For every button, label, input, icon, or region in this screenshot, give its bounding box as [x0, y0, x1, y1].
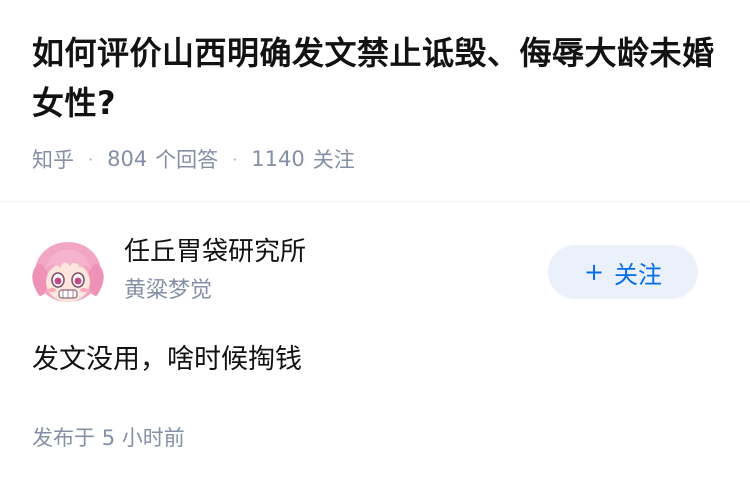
follow-label: 关注	[614, 260, 663, 289]
time-value: 5 小时前	[101, 426, 185, 450]
time-prefix: 发布于	[32, 426, 95, 450]
answer-count: 804	[107, 147, 148, 171]
author-headline: 黄粱梦觉	[124, 278, 213, 303]
follower-count: 1140	[251, 147, 305, 171]
answer-count-label: 个回答	[155, 148, 219, 172]
answer-time: 发布于 5 小时前	[32, 422, 185, 452]
avatar-image	[32, 238, 104, 310]
author-name[interactable]: 任丘胃袋研究所	[124, 234, 306, 270]
meta-separator: ·	[232, 149, 238, 169]
avatar[interactable]	[32, 238, 104, 310]
answer-content[interactable]: 发文没用，啥时候掏钱	[32, 340, 302, 380]
question-header: 如何评价山西明确发文禁止诋毁、侮辱大龄未婚女性?	[32, 28, 722, 128]
meta-separator: ·	[88, 149, 94, 169]
plus-icon: +	[583, 258, 605, 286]
question-meta: 知乎 · 804 个回答 · 1140 关注	[32, 144, 355, 174]
answer-card: 任丘胃袋研究所 黄粱梦觉 + 关注 发文没用，啥时候掏钱 发布于 5 小时前	[32, 234, 718, 450]
follower-count-label: 关注	[312, 148, 355, 172]
section-divider	[0, 201, 750, 202]
author-row: 任丘胃袋研究所 黄粱梦觉 + 关注	[32, 234, 718, 310]
question-title[interactable]: 如何评价山西明确发文禁止诋毁、侮辱大龄未婚女性?	[32, 28, 722, 128]
source-label[interactable]: 知乎	[32, 144, 74, 174]
follow-button[interactable]: + 关注	[548, 245, 698, 299]
